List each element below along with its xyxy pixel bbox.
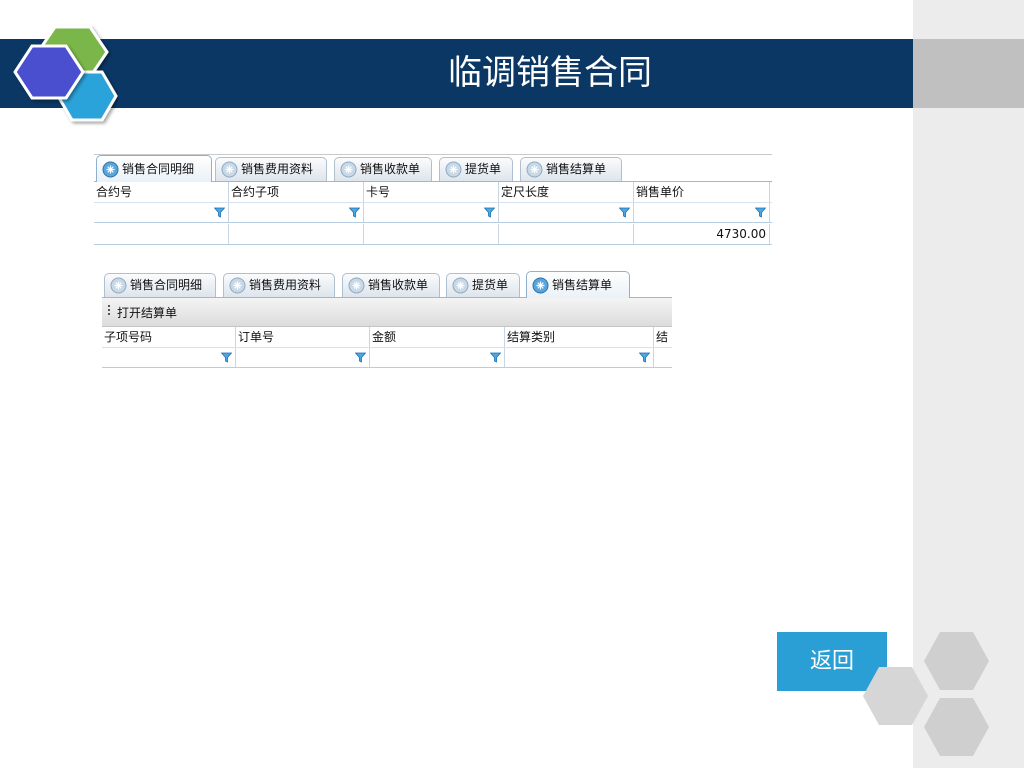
cell-contract-no[interactable] bbox=[94, 224, 229, 244]
filter-funnel-icon[interactable] bbox=[349, 207, 360, 218]
filter-cell[interactable] bbox=[229, 203, 364, 222]
tab-delivery-note[interactable]: 提货单 bbox=[439, 157, 513, 181]
filter-funnel-icon[interactable] bbox=[214, 207, 225, 218]
filter-cell[interactable] bbox=[94, 203, 229, 222]
tab-circle-icon bbox=[102, 161, 119, 178]
cell-contract-subitem[interactable] bbox=[229, 224, 364, 244]
open-settlement-button[interactable]: 打开结算单 bbox=[117, 304, 177, 321]
tab-label: 销售费用资料 bbox=[241, 162, 314, 176]
tab-sales-contract-detail[interactable]: 销售合同明细 bbox=[96, 155, 212, 182]
tab-sales-contract-detail[interactable]: 销售合同明细 bbox=[104, 273, 216, 297]
cell-card-no[interactable] bbox=[364, 224, 499, 244]
tab-label: 提货单 bbox=[472, 278, 509, 292]
filter-funnel-icon[interactable] bbox=[490, 352, 501, 363]
column-header-card-no[interactable]: 卡号 bbox=[364, 182, 499, 202]
column-header-contract-subitem[interactable]: 合约子项 bbox=[229, 182, 364, 202]
filter-cell[interactable] bbox=[505, 348, 654, 367]
deco-hex-left-shape bbox=[863, 667, 928, 725]
cell-fixed-length[interactable] bbox=[499, 224, 634, 244]
grid1-header-row: 合约号 合约子项 卡号 定尺长度 销售单价 bbox=[94, 182, 772, 203]
filter-funnel-icon[interactable] bbox=[619, 207, 630, 218]
column-header-fixed-length[interactable]: 定尺长度 bbox=[499, 182, 634, 202]
filter-cell[interactable] bbox=[634, 203, 770, 222]
tab-circle-icon bbox=[526, 161, 543, 178]
column-header-order-no[interactable]: 订单号 bbox=[236, 327, 370, 347]
filter-cell[interactable] bbox=[236, 348, 370, 367]
grid2-tabstrip: 销售合同明细 销售费用资料 销售收款单 提货单 销售结算单 bbox=[102, 270, 672, 298]
column-header-subitem-code[interactable]: 子项号码 bbox=[102, 327, 236, 347]
tab-sales-settlement[interactable]: 销售结算单 bbox=[526, 271, 630, 298]
column-header-contract-no[interactable]: 合约号 bbox=[94, 182, 229, 202]
column-header-amount[interactable]: 金额 bbox=[370, 327, 505, 347]
decorative-hexagon-icon bbox=[863, 632, 989, 756]
filter-cell[interactable] bbox=[102, 348, 236, 367]
tab-label: 销售收款单 bbox=[360, 162, 421, 176]
filter-cell[interactable] bbox=[370, 348, 505, 367]
filter-cell[interactable] bbox=[364, 203, 499, 222]
grid2-toolbar: 打开结算单 bbox=[102, 298, 672, 327]
tab-circle-icon bbox=[229, 277, 246, 294]
grid1-tabstrip: 销售合同明细 销售费用资料 销售收款单 提货单 销售结算单 bbox=[94, 154, 772, 182]
tab-circle-icon bbox=[532, 277, 549, 294]
filter-cell[interactable] bbox=[499, 203, 634, 222]
grid1-filter-row bbox=[94, 203, 772, 223]
filter-funnel-icon[interactable] bbox=[355, 352, 366, 363]
table-row[interactable]: 4730.00 bbox=[94, 224, 772, 245]
filter-funnel-icon[interactable] bbox=[639, 352, 650, 363]
filter-funnel-icon[interactable] bbox=[484, 207, 495, 218]
tab-circle-icon bbox=[452, 277, 469, 294]
toolbar-grip-icon[interactable] bbox=[108, 305, 110, 319]
hex-blue-shape bbox=[13, 44, 85, 100]
filter-funnel-icon[interactable] bbox=[755, 207, 766, 218]
deco-hex-bottom-shape bbox=[924, 698, 989, 756]
tab-label: 销售结算单 bbox=[546, 162, 607, 176]
tab-label: 销售收款单 bbox=[368, 278, 429, 292]
tab-label: 销售结算单 bbox=[552, 278, 613, 292]
deco-hex-top-shape bbox=[924, 632, 989, 690]
filter-funnel-icon[interactable] bbox=[221, 352, 232, 363]
tab-delivery-note[interactable]: 提货单 bbox=[446, 273, 520, 297]
tab-sales-expense-info[interactable]: 销售费用资料 bbox=[215, 157, 327, 181]
tab-sales-receipt[interactable]: 销售收款单 bbox=[342, 273, 440, 297]
tab-sales-expense-info[interactable]: 销售费用资料 bbox=[223, 273, 335, 297]
right-side-band bbox=[913, 39, 1024, 108]
tab-label: 销售合同明细 bbox=[122, 162, 195, 176]
cell-unit-price[interactable]: 4730.00 bbox=[634, 224, 770, 244]
slide-title: 临调销售合同 bbox=[448, 53, 652, 93]
tab-circle-icon bbox=[110, 277, 127, 294]
tab-circle-icon bbox=[221, 161, 238, 178]
tab-label: 销售合同明细 bbox=[130, 278, 203, 292]
hexagon-logo-icon bbox=[13, 25, 118, 122]
column-header-settlement-type[interactable]: 结算类别 bbox=[505, 327, 654, 347]
tab-label: 销售费用资料 bbox=[249, 278, 322, 292]
contract-detail-grid: 销售合同明细 销售费用资料 销售收款单 提货单 销售结算单 合约号 合约子项 卡… bbox=[94, 154, 772, 248]
tab-circle-icon bbox=[445, 161, 462, 178]
tab-circle-icon bbox=[340, 161, 357, 178]
filter-cell[interactable] bbox=[654, 348, 672, 367]
tab-sales-settlement[interactable]: 销售结算单 bbox=[520, 157, 622, 181]
settlement-grid: 销售合同明细 销售费用资料 销售收款单 提货单 销售结算单 打开结算单 子项号码… bbox=[102, 270, 672, 371]
tab-circle-icon bbox=[348, 277, 365, 294]
column-header-truncated[interactable]: 结 bbox=[654, 327, 672, 347]
tab-label: 提货单 bbox=[465, 162, 502, 176]
column-header-unit-price[interactable]: 销售单价 bbox=[634, 182, 770, 202]
grid2-header-row: 子项号码 订单号 金额 结算类别 结 bbox=[102, 327, 672, 348]
tab-sales-receipt[interactable]: 销售收款单 bbox=[334, 157, 432, 181]
grid2-filter-row bbox=[102, 348, 672, 368]
